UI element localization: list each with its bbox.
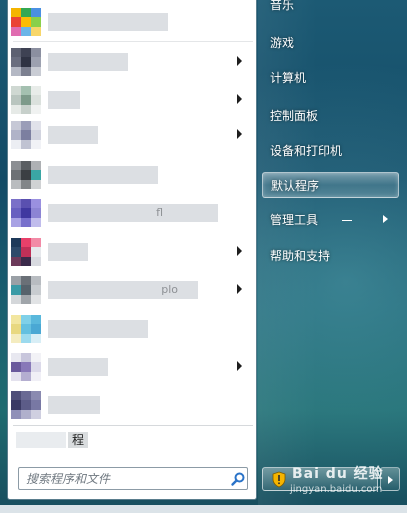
app-icon: [11, 121, 41, 149]
program-item[interactable]: [8, 118, 256, 152]
program-item[interactable]: [8, 388, 256, 422]
submenu-line-icon: [342, 220, 352, 221]
program-item[interactable]: [8, 158, 256, 192]
all-programs-button[interactable]: 程: [16, 430, 246, 450]
submenu-arrow-icon: [237, 246, 242, 256]
app-icon: [11, 238, 41, 266]
program-name: [48, 166, 158, 184]
program-item[interactable]: plo: [8, 273, 256, 307]
search-box[interactable]: [18, 467, 248, 490]
shutdown-options-button[interactable]: [380, 467, 400, 491]
all-programs-label: 程: [68, 432, 89, 448]
right-item-games[interactable]: 游戏: [262, 30, 399, 56]
submenu-arrow-icon: [237, 284, 242, 294]
app-icon: [11, 8, 41, 36]
app-icon: [11, 199, 41, 227]
right-item-music[interactable]: 音乐: [262, 0, 399, 18]
app-icon: [11, 391, 41, 419]
program-list: fl plo: [8, 0, 256, 425]
program-item[interactable]: [8, 45, 256, 79]
program-name: [48, 243, 88, 261]
app-icon: [11, 276, 41, 304]
program-name: [48, 13, 168, 31]
right-item-control-panel[interactable]: 控制面板: [262, 103, 399, 129]
watermark-logo: Bai du 经验: [292, 466, 384, 482]
program-name: [48, 320, 148, 338]
right-item-computer[interactable]: 计算机: [262, 65, 399, 91]
program-item[interactable]: [8, 83, 256, 117]
program-item[interactable]: [8, 5, 256, 39]
start-menu-left-panel: fl plo 程 搜索程序和文件: [7, 0, 257, 500]
shield-icon: [272, 471, 286, 488]
program-name: [48, 53, 128, 71]
submenu-arrow-icon: [237, 129, 242, 139]
program-name: fl: [48, 204, 218, 222]
search-icon[interactable]: [230, 471, 246, 487]
submenu-arrow-icon: [383, 215, 388, 223]
all-programs-arrow-icon: [16, 432, 66, 448]
divider: [13, 425, 253, 426]
program-item[interactable]: [8, 350, 256, 384]
submenu-arrow-icon: [237, 56, 242, 66]
search-input[interactable]: [20, 469, 220, 488]
submenu-arrow-icon: [237, 94, 242, 104]
app-icon: [11, 315, 41, 343]
app-icon: [11, 161, 41, 189]
right-item-devices-printers[interactable]: 设备和打印机: [262, 138, 399, 164]
right-item-default-programs[interactable]: 默认程序: [262, 172, 399, 198]
program-name: [48, 358, 108, 376]
taskbar-edge: [0, 505, 407, 513]
divider: [13, 41, 253, 42]
watermark-url: jingyan.baidu.com: [290, 484, 383, 495]
right-item-admin-tools[interactable]: 管理工具: [262, 207, 399, 233]
program-name: [48, 126, 98, 144]
app-icon: [11, 48, 41, 76]
right-item-help-support[interactable]: 帮助和支持: [262, 243, 399, 269]
program-name: plo: [48, 281, 198, 299]
program-item[interactable]: fl: [8, 196, 256, 230]
program-item[interactable]: [8, 312, 256, 346]
program-name: [48, 396, 100, 414]
app-icon: [11, 353, 41, 381]
program-item[interactable]: [8, 235, 256, 269]
program-name: [48, 91, 80, 109]
app-icon: [11, 86, 41, 114]
submenu-arrow-icon: [237, 361, 242, 371]
